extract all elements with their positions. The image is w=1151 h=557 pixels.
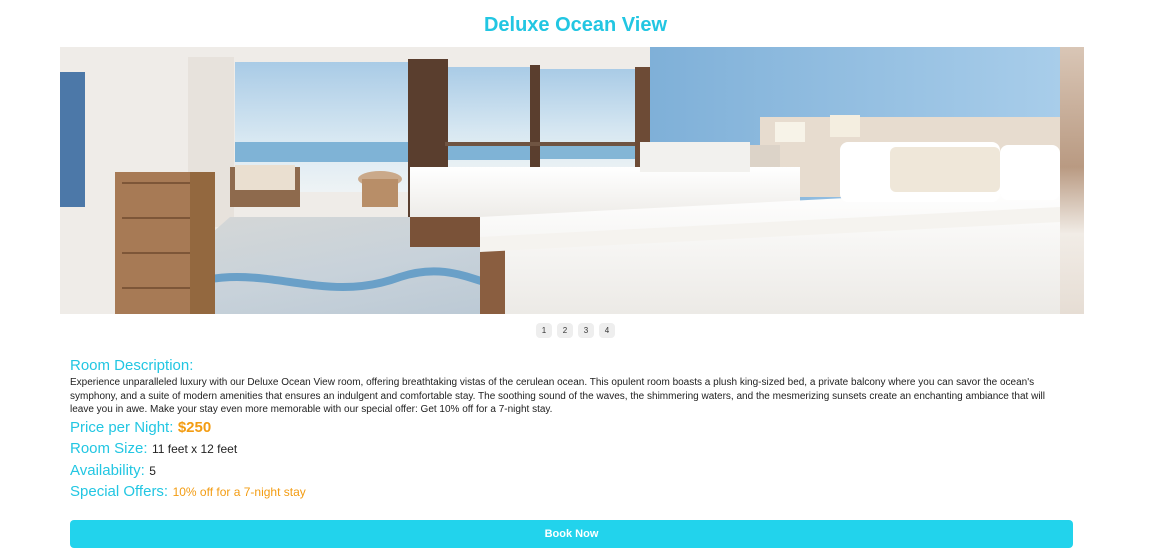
offers-label: Special Offers: [70,483,169,500]
price-value: $250 [177,418,212,436]
size-value: 11 feet x 12 feet [151,442,238,456]
availability-row: Availability: 5 [70,460,1070,482]
description-text: Experience unparalleled luxury with our … [70,377,1045,415]
book-now-button[interactable]: Book Now [70,520,1073,548]
next-slide-preview [1060,47,1084,314]
price-row: Price per Night: $250 [70,417,1070,439]
offers-row: Special Offers: 10% off for a 7-night st… [70,481,1070,503]
size-row: Room Size: 11 feet x 12 feet [70,438,1070,460]
image-carousel[interactable] [60,47,1084,314]
room-photo [60,47,1060,314]
carousel-page-1[interactable]: 1 [536,323,552,338]
room-details-page: Deluxe Ocean View 1 2 3 4 Room Descripti… [0,0,1151,557]
price-label: Price per Night: [70,418,174,436]
description-label: Room Description: [70,357,194,374]
carousel-pagination: 1 2 3 4 [0,323,1151,338]
page-title: Deluxe Ocean View [483,14,668,36]
availability-value: 5 [149,463,156,478]
carousel-page-2[interactable]: 2 [557,323,573,338]
offers-value: 10% off for a 7-night stay [172,485,306,499]
availability-label: Availability: [70,461,145,479]
carousel-page-3[interactable]: 3 [578,323,594,338]
size-label: Room Size: [70,440,148,457]
room-details: Room Description: Experience unparallele… [70,356,1070,503]
carousel-page-4[interactable]: 4 [599,323,615,338]
